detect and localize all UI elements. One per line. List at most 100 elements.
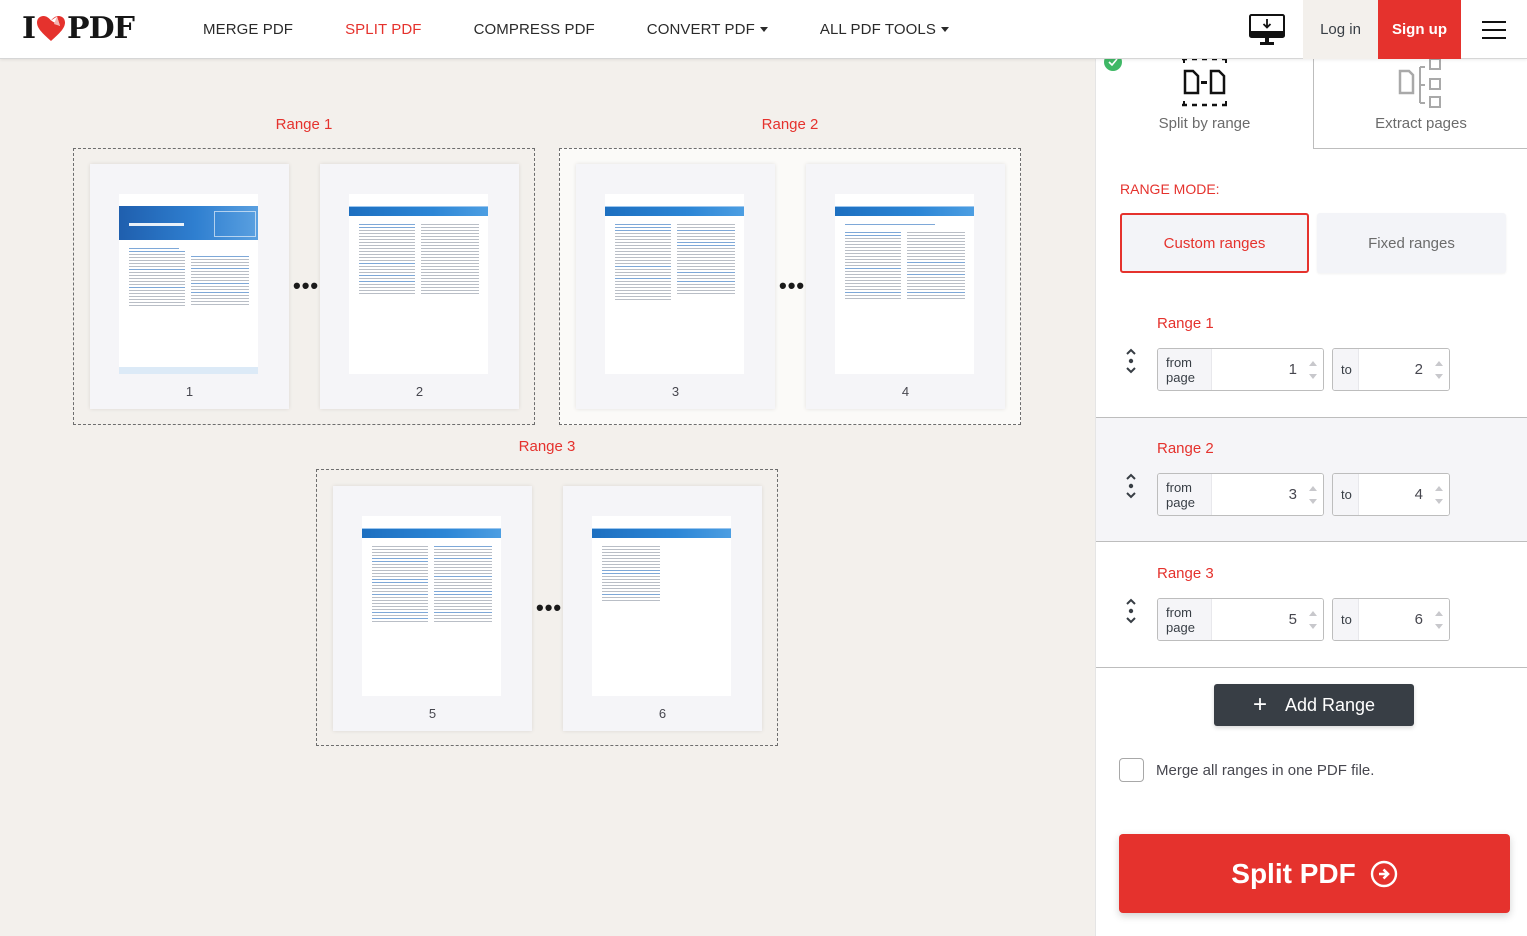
thumb-text xyxy=(845,224,935,227)
range-row-3: Range 3 from page to xyxy=(1096,543,1527,668)
thumb-banner xyxy=(835,206,974,216)
page-thumbnail xyxy=(362,516,501,696)
nav-label: MERGE PDF xyxy=(203,21,294,38)
range-group-1[interactable]: 1 ••• 2 xyxy=(73,148,535,425)
page-thumbnail xyxy=(592,516,731,696)
custom-ranges-button[interactable]: Custom ranges xyxy=(1120,213,1309,273)
pdf-preview-workspace: Range 1 1 ••• 2 Range 2 3 ••• 4 Range 3 … xyxy=(0,59,1095,936)
to-page-field: to xyxy=(1332,598,1450,641)
top-header: I PDF MERGE PDF SPLIT PDF COMPRESS PDF C… xyxy=(0,0,1527,59)
menu-button[interactable] xyxy=(1461,0,1527,59)
from-page-label: from page xyxy=(1158,474,1212,515)
nav-label: ALL PDF TOOLS xyxy=(819,21,936,38)
range-mode-title: RANGE MODE: xyxy=(1120,181,1220,197)
from-page-field: from page xyxy=(1157,473,1324,516)
page-number: 6 xyxy=(658,706,667,721)
thumb-text xyxy=(359,224,415,296)
page-card[interactable]: 4 xyxy=(806,164,1005,409)
number-spinner-icon[interactable] xyxy=(1309,485,1317,505)
range-row-2: Range 2 from page to xyxy=(1096,417,1527,542)
mode-extract-pages[interactable]: Extract pages xyxy=(1313,58,1527,149)
range-group-2[interactable]: 3 ••• 4 xyxy=(559,148,1021,425)
page-card[interactable]: 3 xyxy=(576,164,775,409)
merge-checkbox[interactable] xyxy=(1119,758,1144,782)
nav-compress-pdf[interactable]: COMPRESS PDF xyxy=(474,21,595,38)
from-page-field: from page xyxy=(1157,598,1324,641)
header-actions: Log in Sign up xyxy=(1231,0,1527,59)
drag-handle-icon[interactable] xyxy=(1124,473,1138,499)
drag-handle-icon[interactable] xyxy=(1124,348,1138,374)
desktop-download-icon xyxy=(1249,13,1285,45)
arrow-circle-right-icon xyxy=(1370,860,1397,887)
main-nav: MERGE PDF SPLIT PDF COMPRESS PDF CONVERT… xyxy=(203,0,1001,59)
merge-option: Merge all ranges in one PDF file. xyxy=(1119,758,1374,782)
to-page-label: to xyxy=(1333,599,1360,640)
nav-split-pdf[interactable]: SPLIT PDF xyxy=(345,21,421,38)
from-page-input[interactable] xyxy=(1211,474,1323,515)
split-pdf-button[interactable]: Split PDF xyxy=(1119,834,1510,913)
split-pdf-label: Split PDF xyxy=(1231,857,1356,889)
thumb-text xyxy=(434,546,492,624)
thumb-text xyxy=(602,546,660,603)
ellipsis-separator: ••• xyxy=(779,273,806,298)
nav-all-pdf-tools[interactable]: ALL PDF TOOLS xyxy=(820,21,949,38)
nav-label: CONVERT PDF xyxy=(646,21,755,38)
number-spinner-icon[interactable] xyxy=(1435,360,1443,380)
page-card[interactable]: 6 xyxy=(563,486,762,731)
nav-merge-pdf[interactable]: MERGE PDF xyxy=(203,21,293,38)
thumb-text xyxy=(372,546,428,624)
number-spinner-icon[interactable] xyxy=(1309,610,1317,630)
hamburger-menu-icon xyxy=(1482,20,1506,39)
ellipsis-separator: ••• xyxy=(536,595,563,620)
mode-label: Extract pages xyxy=(1375,115,1467,132)
mode-split-by-range[interactable]: Split by range xyxy=(1096,53,1313,149)
thumb-text xyxy=(615,224,671,302)
from-page-field: from page xyxy=(1157,348,1324,391)
thumb-banner xyxy=(349,206,488,216)
thumb-banner xyxy=(605,206,744,216)
signup-button[interactable]: Sign up xyxy=(1378,0,1461,59)
page-thumbnail xyxy=(835,194,974,374)
merge-label[interactable]: Merge all ranges in one PDF file. xyxy=(1156,762,1374,779)
page-card[interactable]: 1 xyxy=(90,164,289,409)
from-page-input[interactable] xyxy=(1211,349,1323,390)
add-range-label: Add Range xyxy=(1284,694,1376,715)
to-page-field: to xyxy=(1332,473,1450,516)
page-card[interactable]: 5 xyxy=(333,486,532,731)
range-label: Range 2 xyxy=(761,116,819,133)
drag-handle-icon[interactable] xyxy=(1124,598,1138,624)
range-label: Range 3 xyxy=(518,438,576,455)
caret-down-icon xyxy=(940,27,949,32)
logo-text-i: I xyxy=(22,11,36,46)
number-spinner-icon[interactable] xyxy=(1435,610,1443,630)
nav-label: SPLIT PDF xyxy=(345,21,422,38)
split-options-sidebar: Split by range Extract pages RANGE MODE:… xyxy=(1095,53,1527,936)
plus-icon: + xyxy=(1252,691,1267,718)
page-thumbnail xyxy=(349,194,488,374)
desktop-app-button[interactable] xyxy=(1231,0,1303,59)
range-title: Range 3 xyxy=(1157,565,1214,582)
ellipsis-separator: ••• xyxy=(293,273,320,298)
page-thumbnail xyxy=(605,194,744,374)
thumb-text xyxy=(907,232,965,301)
page-card[interactable]: 2 xyxy=(320,164,519,409)
range-label: Range 1 xyxy=(275,116,333,133)
range-group-3[interactable]: 5 ••• 6 xyxy=(316,469,778,746)
page-thumbnail xyxy=(119,194,258,374)
number-spinner-icon[interactable] xyxy=(1435,485,1443,505)
thumb-banner xyxy=(362,528,501,538)
ilovepdf-logo[interactable]: I PDF xyxy=(22,11,135,46)
from-page-input[interactable] xyxy=(1211,599,1323,640)
fixed-ranges-button[interactable]: Fixed ranges xyxy=(1317,213,1506,273)
add-range-button[interactable]: + Add Range xyxy=(1214,684,1414,726)
nav-convert-pdf[interactable]: CONVERT PDF xyxy=(647,21,768,38)
range-title: Range 2 xyxy=(1157,440,1214,457)
thumb-text xyxy=(191,256,249,307)
thumb-banner xyxy=(592,528,731,538)
thumb-text xyxy=(129,248,185,308)
login-button[interactable]: Log in xyxy=(1303,0,1378,59)
thumb-banner xyxy=(119,206,258,240)
number-spinner-icon[interactable] xyxy=(1309,360,1317,380)
caret-down-icon xyxy=(759,27,768,32)
range-title: Range 1 xyxy=(1157,315,1214,332)
